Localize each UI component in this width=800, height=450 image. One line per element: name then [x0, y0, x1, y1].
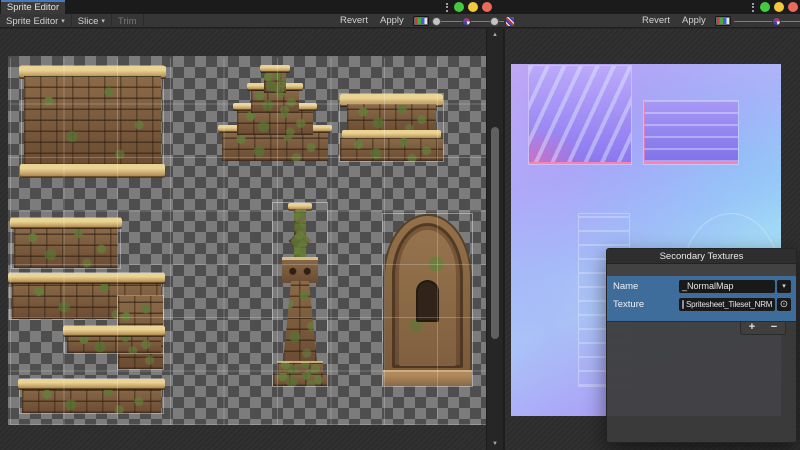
selected-secondary-texture[interactable]: Name _NormalMap ▾ Texture Spritesheet_Ti…	[607, 276, 796, 321]
texture-thumbnail	[682, 300, 684, 309]
sprite-editor-mode-dropdown[interactable]: Sprite Editor ▾	[0, 14, 72, 28]
secondary-textures-list[interactable]: Name _NormalMap ▾ Texture Spritesheet_Ti…	[607, 264, 796, 322]
nm-altar	[644, 101, 738, 164]
sprite-arch[interactable]	[383, 214, 472, 386]
slice-dropdown[interactable]: Slice ▾	[72, 14, 112, 28]
scroll-down-icon[interactable]: ▼	[487, 438, 503, 450]
tab-bar: Sprite Editor	[0, 0, 800, 14]
add-secondary-texture-button[interactable]: +	[741, 322, 763, 334]
zoom-mip-slider[interactable]	[432, 14, 504, 28]
sprite-editor-toolbar: Sprite Editor ▾ Slice ▾ Trim Revert Appl…	[0, 14, 800, 28]
record-dot-red[interactable]	[788, 2, 798, 12]
spritesheet-texture[interactable]	[8, 56, 486, 425]
nm-pyramid	[529, 66, 631, 164]
chevron-down-icon: ▾	[61, 17, 65, 25]
object-picker-button[interactable]: ⊙	[777, 298, 791, 311]
revert-button[interactable]: Revert	[334, 14, 374, 28]
overflow-dots-icon[interactable]	[752, 3, 754, 12]
scroll-up-icon[interactable]: ▲	[487, 29, 503, 41]
sprite-altar[interactable]	[340, 94, 443, 161]
revert-button-secondary[interactable]: Revert	[636, 14, 676, 28]
rgb-swatch-icon[interactable]	[715, 16, 731, 26]
list-footer: + −	[740, 322, 786, 335]
apply-button[interactable]: Apply	[374, 14, 410, 28]
rgb-swatch-icon[interactable]	[413, 16, 429, 26]
record-dot-yellow[interactable]	[774, 2, 784, 12]
object-picker-icon: ⊙	[780, 299, 788, 310]
sprite-platform-4[interactable]	[20, 379, 163, 413]
sprite-totem[interactable]	[273, 203, 327, 386]
stripe-icon	[506, 17, 514, 26]
record-dot-green[interactable]	[454, 2, 464, 12]
sprite-platform-3[interactable]	[65, 326, 163, 353]
sprite-sheet-view[interactable]	[0, 29, 486, 450]
vertical-scrollbar[interactable]: ▲ ▼	[486, 29, 504, 450]
mip-level-icon	[772, 17, 781, 26]
zoom-mip-slider-secondary[interactable]	[734, 14, 800, 28]
slider-thumb[interactable]	[490, 17, 499, 26]
chevron-down-icon: ▾	[101, 17, 105, 25]
sprite-wall[interactable]	[22, 66, 163, 177]
trim-button[interactable]: Trim	[112, 14, 144, 28]
tab-sprite-editor[interactable]: Sprite Editor	[1, 0, 65, 14]
mip-level-icon	[462, 17, 471, 26]
record-dots-right	[752, 1, 798, 13]
texture-object-field[interactable]: Spritesheet_Tileset_NRM	[679, 298, 775, 311]
texture-label: Texture	[613, 299, 679, 310]
sprite-pyramid[interactable]	[222, 63, 328, 161]
slider-thumb[interactable]	[432, 17, 441, 26]
dropdown-caret-icon: ▾	[782, 282, 786, 290]
sprite-platform-1[interactable]	[12, 218, 120, 268]
apply-button-secondary[interactable]: Apply	[676, 14, 712, 28]
record-dot-yellow[interactable]	[468, 2, 478, 12]
name-dropdown-button[interactable]: ▾	[777, 280, 791, 293]
scrollbar-thumb[interactable]	[491, 127, 499, 339]
record-dot-red[interactable]	[482, 2, 492, 12]
secondary-textures-panel: Secondary Textures Name _NormalMap ▾ Tex…	[606, 248, 797, 443]
name-field[interactable]: _NormalMap	[679, 280, 775, 293]
record-dot-green[interactable]	[760, 2, 770, 12]
remove-secondary-texture-button[interactable]: −	[763, 322, 785, 334]
record-dots-left	[446, 1, 492, 13]
overflow-dots-icon[interactable]	[446, 3, 448, 12]
panel-title: Secondary Textures	[607, 249, 796, 264]
name-label: Name	[613, 281, 679, 292]
